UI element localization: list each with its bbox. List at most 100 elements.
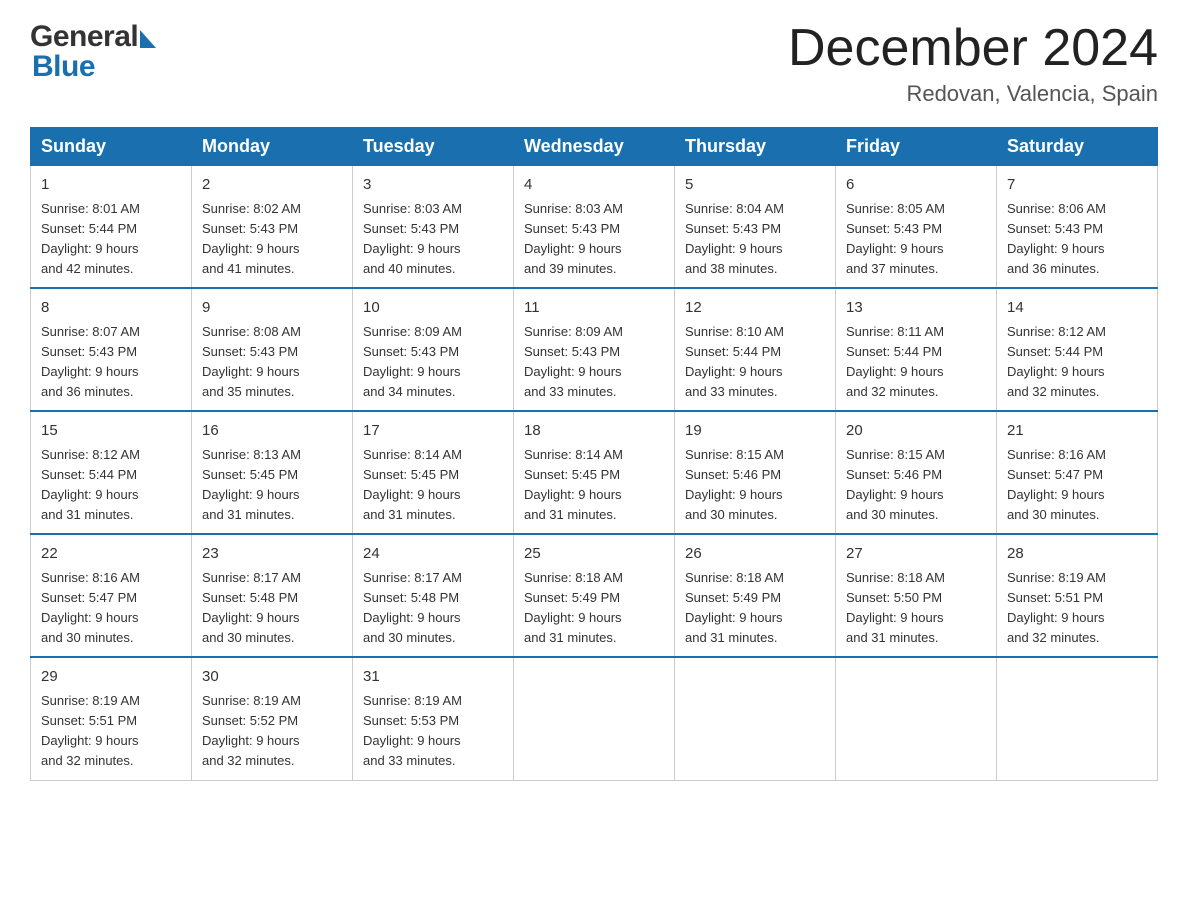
table-row: 19 Sunrise: 8:15 AMSunset: 5:46 PMDaylig…: [675, 411, 836, 534]
col-sunday: Sunday: [31, 128, 192, 166]
col-monday: Monday: [192, 128, 353, 166]
day-number: 23: [202, 543, 342, 566]
table-row: 29 Sunrise: 8:19 AMSunset: 5:51 PMDaylig…: [31, 657, 192, 780]
logo: General Blue: [30, 20, 156, 84]
day-number: 31: [363, 666, 503, 689]
table-row: 27 Sunrise: 8:18 AMSunset: 5:50 PMDaylig…: [836, 534, 997, 657]
table-row: 1 Sunrise: 8:01 AMSunset: 5:44 PMDayligh…: [31, 166, 192, 289]
day-info: Sunrise: 8:16 AMSunset: 5:47 PMDaylight:…: [41, 570, 140, 645]
month-title: December 2024: [788, 20, 1158, 77]
day-info: Sunrise: 8:17 AMSunset: 5:48 PMDaylight:…: [202, 570, 301, 645]
day-number: 25: [524, 543, 664, 566]
day-info: Sunrise: 8:18 AMSunset: 5:49 PMDaylight:…: [524, 570, 623, 645]
table-row: 9 Sunrise: 8:08 AMSunset: 5:43 PMDayligh…: [192, 288, 353, 411]
day-number: 16: [202, 420, 342, 443]
day-info: Sunrise: 8:01 AMSunset: 5:44 PMDaylight:…: [41, 201, 140, 276]
day-info: Sunrise: 8:19 AMSunset: 5:51 PMDaylight:…: [1007, 570, 1106, 645]
table-row: 26 Sunrise: 8:18 AMSunset: 5:49 PMDaylig…: [675, 534, 836, 657]
day-number: 17: [363, 420, 503, 443]
col-thursday: Thursday: [675, 128, 836, 166]
day-number: 20: [846, 420, 986, 443]
day-number: 14: [1007, 297, 1147, 320]
day-info: Sunrise: 8:14 AMSunset: 5:45 PMDaylight:…: [363, 447, 462, 522]
calendar-week-row: 15 Sunrise: 8:12 AMSunset: 5:44 PMDaylig…: [31, 411, 1158, 534]
col-tuesday: Tuesday: [353, 128, 514, 166]
day-number: 5: [685, 174, 825, 197]
day-info: Sunrise: 8:04 AMSunset: 5:43 PMDaylight:…: [685, 201, 784, 276]
day-number: 30: [202, 666, 342, 689]
table-row: 2 Sunrise: 8:02 AMSunset: 5:43 PMDayligh…: [192, 166, 353, 289]
table-row: [997, 657, 1158, 780]
day-number: 2: [202, 174, 342, 197]
day-info: Sunrise: 8:17 AMSunset: 5:48 PMDaylight:…: [363, 570, 462, 645]
day-info: Sunrise: 8:14 AMSunset: 5:45 PMDaylight:…: [524, 447, 623, 522]
table-row: [836, 657, 997, 780]
col-friday: Friday: [836, 128, 997, 166]
day-number: 10: [363, 297, 503, 320]
day-number: 7: [1007, 174, 1147, 197]
table-row: 16 Sunrise: 8:13 AMSunset: 5:45 PMDaylig…: [192, 411, 353, 534]
logo-general-text: General: [30, 20, 138, 54]
day-info: Sunrise: 8:18 AMSunset: 5:49 PMDaylight:…: [685, 570, 784, 645]
day-info: Sunrise: 8:02 AMSunset: 5:43 PMDaylight:…: [202, 201, 301, 276]
day-number: 27: [846, 543, 986, 566]
logo-arrow-icon: [140, 30, 156, 48]
day-number: 18: [524, 420, 664, 443]
calendar-week-row: 29 Sunrise: 8:19 AMSunset: 5:51 PMDaylig…: [31, 657, 1158, 780]
table-row: 12 Sunrise: 8:10 AMSunset: 5:44 PMDaylig…: [675, 288, 836, 411]
day-info: Sunrise: 8:19 AMSunset: 5:51 PMDaylight:…: [41, 693, 140, 768]
page-header: General Blue December 2024 Redovan, Vale…: [30, 20, 1158, 107]
table-row: 21 Sunrise: 8:16 AMSunset: 5:47 PMDaylig…: [997, 411, 1158, 534]
table-row: 28 Sunrise: 8:19 AMSunset: 5:51 PMDaylig…: [997, 534, 1158, 657]
table-row: 6 Sunrise: 8:05 AMSunset: 5:43 PMDayligh…: [836, 166, 997, 289]
table-row: 7 Sunrise: 8:06 AMSunset: 5:43 PMDayligh…: [997, 166, 1158, 289]
table-row: 3 Sunrise: 8:03 AMSunset: 5:43 PMDayligh…: [353, 166, 514, 289]
day-info: Sunrise: 8:15 AMSunset: 5:46 PMDaylight:…: [846, 447, 945, 522]
day-number: 1: [41, 174, 181, 197]
day-number: 26: [685, 543, 825, 566]
day-info: Sunrise: 8:12 AMSunset: 5:44 PMDaylight:…: [1007, 324, 1106, 399]
day-info: Sunrise: 8:09 AMSunset: 5:43 PMDaylight:…: [524, 324, 623, 399]
title-section: December 2024 Redovan, Valencia, Spain: [788, 20, 1158, 107]
table-row: 24 Sunrise: 8:17 AMSunset: 5:48 PMDaylig…: [353, 534, 514, 657]
table-row: 30 Sunrise: 8:19 AMSunset: 5:52 PMDaylig…: [192, 657, 353, 780]
day-info: Sunrise: 8:13 AMSunset: 5:45 PMDaylight:…: [202, 447, 301, 522]
day-info: Sunrise: 8:11 AMSunset: 5:44 PMDaylight:…: [846, 324, 944, 399]
day-info: Sunrise: 8:08 AMSunset: 5:43 PMDaylight:…: [202, 324, 301, 399]
calendar-week-row: 8 Sunrise: 8:07 AMSunset: 5:43 PMDayligh…: [31, 288, 1158, 411]
day-number: 11: [524, 297, 664, 320]
day-number: 29: [41, 666, 181, 689]
table-row: 8 Sunrise: 8:07 AMSunset: 5:43 PMDayligh…: [31, 288, 192, 411]
day-info: Sunrise: 8:06 AMSunset: 5:43 PMDaylight:…: [1007, 201, 1106, 276]
day-info: Sunrise: 8:03 AMSunset: 5:43 PMDaylight:…: [524, 201, 623, 276]
day-info: Sunrise: 8:19 AMSunset: 5:53 PMDaylight:…: [363, 693, 462, 768]
table-row: 11 Sunrise: 8:09 AMSunset: 5:43 PMDaylig…: [514, 288, 675, 411]
day-info: Sunrise: 8:05 AMSunset: 5:43 PMDaylight:…: [846, 201, 945, 276]
day-number: 12: [685, 297, 825, 320]
day-number: 4: [524, 174, 664, 197]
table-row: 17 Sunrise: 8:14 AMSunset: 5:45 PMDaylig…: [353, 411, 514, 534]
day-number: 28: [1007, 543, 1147, 566]
day-info: Sunrise: 8:12 AMSunset: 5:44 PMDaylight:…: [41, 447, 140, 522]
table-row: 18 Sunrise: 8:14 AMSunset: 5:45 PMDaylig…: [514, 411, 675, 534]
day-number: 21: [1007, 420, 1147, 443]
logo-blue-text: Blue: [30, 50, 156, 84]
day-number: 13: [846, 297, 986, 320]
calendar-table: Sunday Monday Tuesday Wednesday Thursday…: [30, 127, 1158, 780]
col-wednesday: Wednesday: [514, 128, 675, 166]
calendar-week-row: 22 Sunrise: 8:16 AMSunset: 5:47 PMDaylig…: [31, 534, 1158, 657]
calendar-week-row: 1 Sunrise: 8:01 AMSunset: 5:44 PMDayligh…: [31, 166, 1158, 289]
day-number: 8: [41, 297, 181, 320]
calendar-header-row: Sunday Monday Tuesday Wednesday Thursday…: [31, 128, 1158, 166]
table-row: 22 Sunrise: 8:16 AMSunset: 5:47 PMDaylig…: [31, 534, 192, 657]
table-row: 10 Sunrise: 8:09 AMSunset: 5:43 PMDaylig…: [353, 288, 514, 411]
day-number: 3: [363, 174, 503, 197]
table-row: 23 Sunrise: 8:17 AMSunset: 5:48 PMDaylig…: [192, 534, 353, 657]
day-number: 22: [41, 543, 181, 566]
day-info: Sunrise: 8:03 AMSunset: 5:43 PMDaylight:…: [363, 201, 462, 276]
day-number: 19: [685, 420, 825, 443]
day-info: Sunrise: 8:18 AMSunset: 5:50 PMDaylight:…: [846, 570, 945, 645]
day-number: 24: [363, 543, 503, 566]
day-number: 6: [846, 174, 986, 197]
day-info: Sunrise: 8:07 AMSunset: 5:43 PMDaylight:…: [41, 324, 140, 399]
